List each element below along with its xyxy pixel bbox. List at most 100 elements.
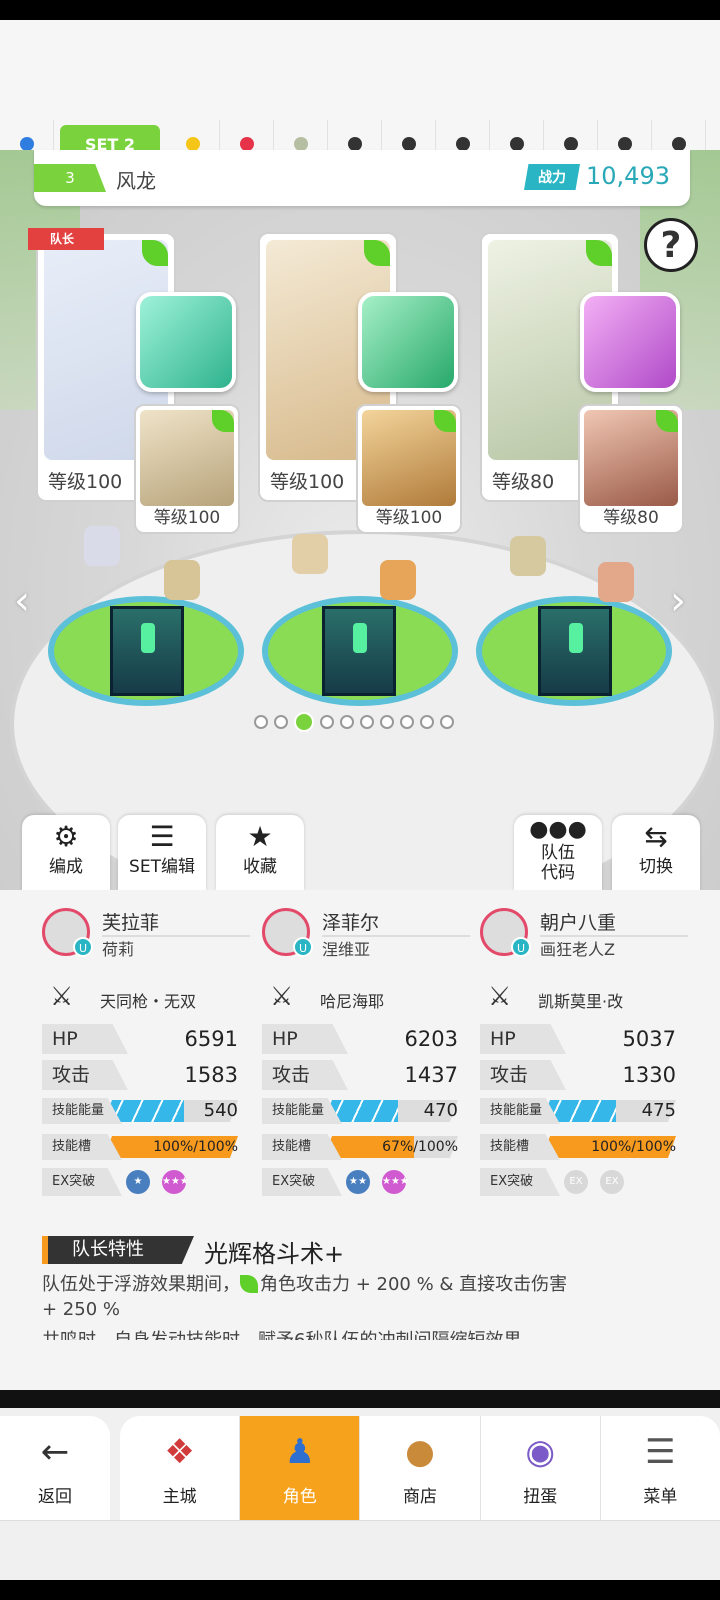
home-icon: ❖ [164, 1432, 195, 1472]
chibi-sprite-6 [598, 562, 634, 602]
team-code-label-1: 队伍 [541, 843, 575, 863]
pager-dot[interactable] [294, 712, 314, 732]
attack-label: 攻击 [42, 1060, 128, 1090]
hp-row: HP 5037 [480, 1024, 676, 1054]
character-avatar[interactable]: U [262, 908, 313, 957]
skill-slot-value: 100%/100% [591, 1139, 676, 1155]
set-edit-label: SET编辑 [129, 857, 195, 877]
leader-trait-label: 队长特性 [42, 1236, 194, 1264]
set-bar: SET 2 [0, 20, 720, 168]
hp-label: HP [42, 1024, 128, 1054]
pager-dot[interactable] [340, 715, 354, 729]
attack-row: 攻击 1437 [262, 1060, 458, 1090]
skill-slot-value: 67%/100% [382, 1139, 458, 1155]
leader-desc-part2: 角色攻击力 + 200 % & 直接攻击伤害 [260, 1274, 568, 1295]
set-10-dot [563, 137, 578, 151]
ex-badge-icon[interactable]: ★★ [346, 1170, 370, 1194]
nav-shop[interactable]: ● 商店 [360, 1416, 481, 1520]
character-name: 芙拉菲 [102, 908, 250, 937]
team-name[interactable]: 风龙 [116, 165, 156, 194]
character-avatar[interactable]: U [480, 908, 531, 957]
power-label: 战力 [524, 164, 580, 190]
set-9-dot [509, 137, 524, 151]
formation-gear-icon: ⚙ [53, 820, 79, 853]
pager-dot[interactable] [420, 715, 434, 729]
favorite-label: 收藏 [243, 857, 277, 877]
back-button[interactable]: ← 返回 [0, 1416, 110, 1520]
skill-slot-label: 技能槽 [480, 1134, 560, 1160]
weapon-name: 凯斯莫里·改 [538, 992, 624, 1011]
nav-character-label: 角色 [282, 1487, 317, 1507]
pager-dot[interactable] [320, 715, 334, 729]
sword-icon: ⚔ [270, 982, 294, 1012]
character-name: 泽菲尔 [322, 908, 470, 937]
character-name: 朝户八重 [540, 908, 688, 937]
leader-trait-description: 队伍处于浮游效果期间， 角色攻击力 + 200 % & 直接攻击伤害 + 250 … [42, 1272, 612, 1322]
hp-label: HP [262, 1024, 348, 1054]
attack-value: 1583 [184, 1063, 238, 1087]
set-8-dot [455, 137, 470, 151]
nav-character[interactable]: ♟ 角色 [240, 1416, 361, 1520]
hp-row: HP 6591 [42, 1024, 238, 1054]
weapon-icon-3[interactable] [580, 292, 680, 392]
chibi-sprite-4 [380, 560, 416, 600]
question-icon[interactable]: ? [644, 218, 698, 272]
nav-gacha[interactable]: ◉ 扭蛋 [481, 1416, 601, 1520]
chibi-sprite-3 [292, 534, 328, 574]
chevron-left-icon[interactable]: ‹ [14, 578, 30, 624]
set-edit-button[interactable]: ☰ SET编辑 [118, 815, 206, 891]
skill-slot-row: 技能槽 100%/100% [480, 1134, 676, 1160]
sub-character-name: 荷莉 [102, 940, 135, 959]
hp-value: 5037 [622, 1027, 676, 1051]
team-code-button[interactable]: ●●● 队伍 代码 [514, 815, 602, 891]
leader-desc-part1: 队伍处于浮游效果期间， [42, 1274, 240, 1295]
element-icon: U [511, 937, 531, 957]
ex-break-row: EX突破 EX EX [480, 1168, 676, 1196]
weapon-icon-2[interactable] [358, 292, 458, 392]
switch-icon: ⇆ [644, 820, 668, 853]
weapon-name: 天同枪・无双 [100, 992, 197, 1011]
set-12-dot [671, 137, 686, 151]
ex-badge-icon[interactable]: ★ [126, 1170, 150, 1194]
team-number[interactable]: 3 [34, 164, 106, 192]
crystal-tower-3 [538, 606, 612, 696]
sub-character-name: 涅维亚 [322, 940, 371, 959]
ex-badge-icon[interactable]: ★★★ [382, 1170, 409, 1194]
leader-trait-description-cut: 共鸣时，自身发动技能时，赋予6秒队伍的冲刺间隔缩短效果 [42, 1328, 612, 1340]
skill-slot-value: 100%/100% [153, 1139, 238, 1155]
set-4-dot [239, 137, 254, 151]
ex-badge-icon[interactable]: ★★★ [162, 1170, 189, 1194]
sub-character-card-2[interactable]: 等级100 [356, 404, 462, 534]
pager-dot[interactable] [400, 715, 414, 729]
attack-label: 攻击 [480, 1060, 566, 1090]
ex-badge-icon[interactable]: EX [564, 1170, 588, 1194]
pager-dot[interactable] [380, 715, 394, 729]
attack-label: 攻击 [262, 1060, 348, 1090]
sub-character-card-1[interactable]: 等级100 [134, 404, 240, 534]
sub-character-level-1: 等级100 [153, 508, 221, 528]
nav-home[interactable]: ❖ 主城 [120, 1416, 241, 1520]
favorite-button[interactable]: ★ 收藏 [216, 815, 304, 891]
ex-break-row: EX突破 ★ ★★★ [42, 1168, 238, 1196]
weapon-icon-1[interactable] [136, 292, 236, 392]
menu-icon: ☰ [645, 1432, 676, 1472]
character-avatar[interactable]: U [42, 908, 93, 957]
chibi-sprite-1 [84, 526, 120, 566]
chevron-right-icon[interactable]: › [670, 578, 686, 624]
ex-break-label: EX突破 [480, 1168, 560, 1196]
nav-menu[interactable]: ☰ 菜单 [601, 1416, 720, 1520]
ex-badge-icon[interactable]: EX [600, 1170, 624, 1194]
skill-energy-label: 技能能量 [262, 1098, 342, 1124]
sub-character-card-3[interactable]: 等级80 [578, 404, 684, 534]
sword-icon: ⚔ [50, 982, 74, 1012]
pager-dot[interactable] [440, 715, 454, 729]
formation-button[interactable]: ⚙ 编成 [22, 815, 110, 891]
pager-dot[interactable] [274, 715, 288, 729]
skill-energy-value: 540 [203, 1100, 238, 1121]
shop-bag-icon: ● [405, 1432, 435, 1472]
attack-row: 攻击 1583 [42, 1060, 238, 1090]
switch-button[interactable]: ⇆ 切换 [612, 815, 700, 891]
pager-dot[interactable] [360, 715, 374, 729]
nav-gacha-label: 扭蛋 [523, 1487, 558, 1507]
pager-dot[interactable] [254, 715, 268, 729]
